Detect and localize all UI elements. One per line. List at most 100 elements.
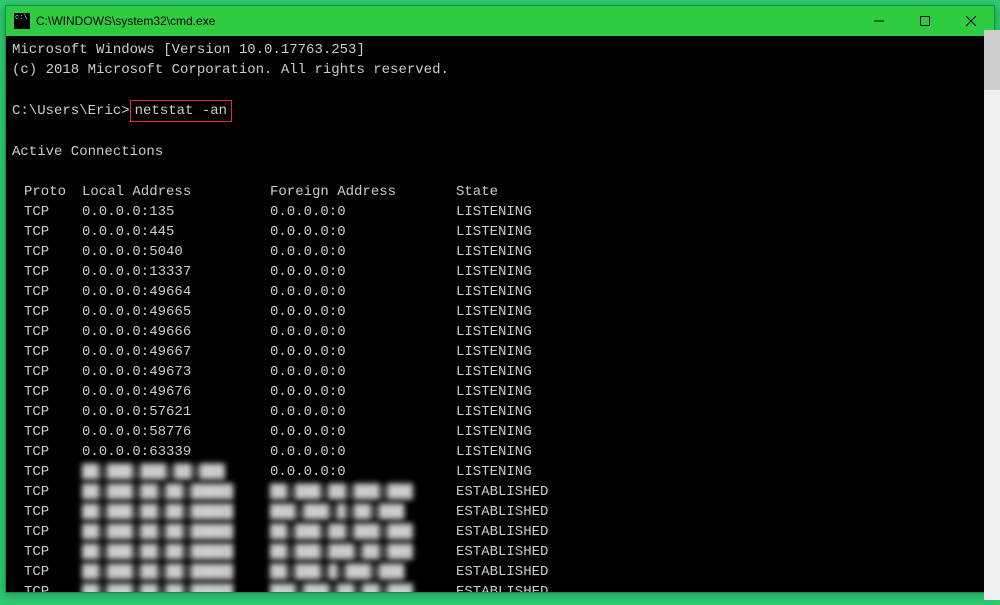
cell-proto: TCP — [12, 382, 82, 402]
cell-foreign: 0.0.0.0:0 — [270, 202, 456, 222]
table-row: TCP██.███.██.██:████████.███.██.██:███ES… — [12, 582, 994, 592]
table-row: TCP0.0.0.0:496660.0.0.0:0LISTENING — [12, 322, 994, 342]
cell-local: 0.0.0.0:58776 — [82, 422, 270, 442]
version-line: Microsoft Windows [Version 10.0.17763.25… — [12, 42, 365, 58]
cell-foreign: 0.0.0.0:0 — [270, 222, 456, 242]
cell-foreign: ███.███.██.██:███ — [270, 582, 456, 592]
cell-state: LISTENING — [456, 442, 994, 462]
cell-state: ESTABLISHED — [456, 522, 994, 542]
minimize-button[interactable] — [856, 6, 902, 36]
table-row: TCP0.0.0.0:4450.0.0.0:0LISTENING — [12, 222, 994, 242]
table-row: TCP██.███.██.██:███████.███.██.███:███ES… — [12, 522, 994, 542]
cell-state: LISTENING — [456, 202, 994, 222]
cell-foreign: 0.0.0.0:0 — [270, 442, 456, 462]
cell-foreign: 0.0.0.0:0 — [270, 402, 456, 422]
cell-proto: TCP — [12, 542, 82, 562]
table-row: TCP0.0.0.0:1350.0.0.0:0LISTENING — [12, 202, 994, 222]
connections-table: ProtoLocal AddressForeign AddressStateTC… — [12, 182, 994, 592]
cell-state: LISTENING — [456, 282, 994, 302]
table-row: TCP0.0.0.0:576210.0.0.0:0LISTENING — [12, 402, 994, 422]
cell-state: ESTABLISHED — [456, 502, 994, 522]
table-row: TCP0.0.0.0:496670.0.0.0:0LISTENING — [12, 342, 994, 362]
cell-foreign: ██.███.███.██:███ — [270, 542, 456, 562]
table-row: TCP0.0.0.0:496650.0.0.0:0LISTENING — [12, 302, 994, 322]
col-header-state: State — [456, 182, 994, 202]
cell-state: ESTABLISHED — [456, 562, 994, 582]
cell-foreign: 0.0.0.0:0 — [270, 322, 456, 342]
copyright-line: (c) 2018 Microsoft Corporation. All righ… — [12, 62, 449, 78]
cell-foreign: ██.███.██.███:███ — [270, 522, 456, 542]
prompt-path: C:\Users\Eric> — [12, 103, 130, 119]
cell-foreign: 0.0.0.0:0 — [270, 302, 456, 322]
table-row: TCP██.███.███.██:███0.0.0.0:0LISTENING — [12, 462, 994, 482]
cell-state: ESTABLISHED — [456, 482, 994, 502]
cell-local: 0.0.0.0:5040 — [82, 242, 270, 262]
window-title: C:\WINDOWS\system32\cmd.exe — [36, 14, 856, 28]
table-row: TCP0.0.0.0:587760.0.0.0:0LISTENING — [12, 422, 994, 442]
cell-foreign: ██.███.█.███:███ — [270, 562, 456, 582]
cell-local: ██.███.███.██:███ — [82, 462, 270, 482]
cell-state: LISTENING — [456, 262, 994, 282]
cell-local: 0.0.0.0:49664 — [82, 282, 270, 302]
cell-state: LISTENING — [456, 382, 994, 402]
cell-state: LISTENING — [456, 422, 994, 442]
cell-foreign: 0.0.0.0:0 — [270, 342, 456, 362]
cell-proto: TCP — [12, 322, 82, 342]
cell-proto: TCP — [12, 262, 82, 282]
cell-proto: TCP — [12, 442, 82, 462]
cell-local: ██.███.██.██:█████ — [82, 502, 270, 522]
cell-local: ██.███.██.██:█████ — [82, 542, 270, 562]
table-row: TCP0.0.0.0:633390.0.0.0:0LISTENING — [12, 442, 994, 462]
cell-local: 0.0.0.0:49673 — [82, 362, 270, 382]
cell-proto: TCP — [12, 242, 82, 262]
cell-foreign: ██.███.██.███:███ — [270, 482, 456, 502]
cell-proto: TCP — [12, 362, 82, 382]
cell-state: LISTENING — [456, 322, 994, 342]
col-header-local: Local Address — [82, 182, 270, 202]
cell-state: LISTENING — [456, 462, 994, 482]
cell-state: ESTABLISHED — [456, 542, 994, 562]
cell-proto: TCP — [12, 302, 82, 322]
table-row: TCP██.███.██.██:████████.███.█.██:███EST… — [12, 502, 994, 522]
cell-foreign: 0.0.0.0:0 — [270, 362, 456, 382]
cell-proto: TCP — [12, 202, 82, 222]
cell-foreign: 0.0.0.0:0 — [270, 262, 456, 282]
cell-proto: TCP — [12, 402, 82, 422]
table-row: TCP██.███.██.██:███████.███.█.███:███EST… — [12, 562, 994, 582]
table-row: TCP0.0.0.0:133370.0.0.0:0LISTENING — [12, 262, 994, 282]
table-row: TCP0.0.0.0:496640.0.0.0:0LISTENING — [12, 282, 994, 302]
cell-foreign: 0.0.0.0:0 — [270, 382, 456, 402]
cell-local: ██.███.██.██:█████ — [82, 482, 270, 502]
cell-proto: TCP — [12, 422, 82, 442]
cell-local: 0.0.0.0:135 — [82, 202, 270, 222]
window-controls — [856, 6, 994, 36]
col-header-foreign: Foreign Address — [270, 182, 456, 202]
scrollbar-thumb[interactable] — [984, 30, 1000, 90]
cell-state: LISTENING — [456, 242, 994, 262]
table-header: ProtoLocal AddressForeign AddressState — [12, 182, 994, 202]
col-header-proto: Proto — [12, 182, 82, 202]
cell-state: LISTENING — [456, 302, 994, 322]
terminal-area[interactable]: Microsoft Windows [Version 10.0.17763.25… — [6, 36, 994, 592]
cell-local: 0.0.0.0:49665 — [82, 302, 270, 322]
scrollbar[interactable] — [984, 30, 1000, 600]
cell-local: ██.███.██.██:█████ — [82, 582, 270, 592]
cell-foreign: ███.███.█.██:███ — [270, 502, 456, 522]
cell-proto: TCP — [12, 342, 82, 362]
table-row: TCP0.0.0.0:496760.0.0.0:0LISTENING — [12, 382, 994, 402]
table-row: TCP0.0.0.0:496730.0.0.0:0LISTENING — [12, 362, 994, 382]
command-highlight: netstat -an — [130, 100, 232, 122]
cell-proto: TCP — [12, 462, 82, 482]
cell-proto: TCP — [12, 562, 82, 582]
cell-foreign: 0.0.0.0:0 — [270, 422, 456, 442]
cell-local: 0.0.0.0:63339 — [82, 442, 270, 462]
cmd-window: C:\WINDOWS\system32\cmd.exe Microsoft Wi… — [5, 5, 995, 593]
cell-state: LISTENING — [456, 362, 994, 382]
cell-state: LISTENING — [456, 402, 994, 422]
cell-local: 0.0.0.0:49667 — [82, 342, 270, 362]
cell-proto: TCP — [12, 502, 82, 522]
table-row: TCP0.0.0.0:50400.0.0.0:0LISTENING — [12, 242, 994, 262]
maximize-button[interactable] — [902, 6, 948, 36]
cell-proto: TCP — [12, 282, 82, 302]
cell-local: 0.0.0.0:49666 — [82, 322, 270, 342]
